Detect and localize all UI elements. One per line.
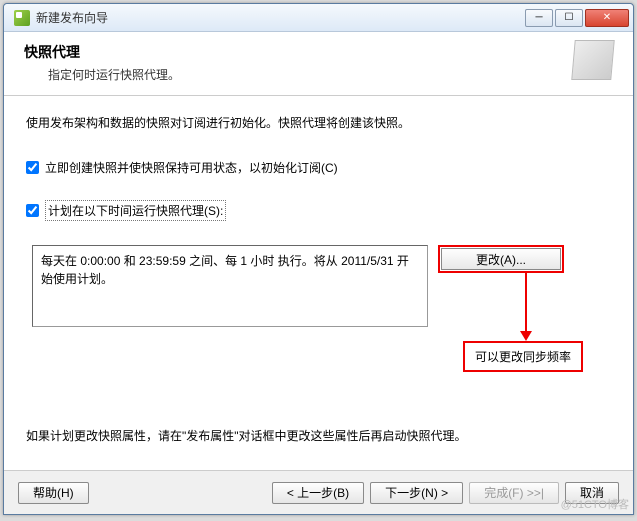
create-snapshot-row: 立即创建快照并使快照保持可用状态，以初始化订阅(C) [26,159,611,176]
schedule-description: 每天在 0:00:00 和 23:59:59 之间、每 1 小时 执行。将从 2… [32,245,428,327]
create-snapshot-checkbox[interactable] [26,161,39,174]
minimize-button[interactable]: ─ [525,9,553,27]
window-title: 新建发布向导 [36,9,525,26]
bottom-text: 如果计划更改快照属性，请在"发布属性"对话框中更改这些属性后再启动快照代理。 [26,427,611,444]
wizard-window: 新建发布向导 ─ ☐ ✕ 快照代理 指定何时运行快照代理。 使用发布架构和数据的… [3,3,634,515]
page-title: 快照代理 [24,42,180,62]
create-snapshot-label: 立即创建快照并使快照保持可用状态，以初始化订阅(C) [45,159,338,176]
finish-button: 完成(F) >>| [469,482,559,504]
app-icon [14,10,30,26]
wizard-content: 使用发布架构和数据的快照对订阅进行初始化。快照代理将创建该快照。 立即创建快照并… [4,96,633,470]
maximize-button[interactable]: ☐ [555,9,583,27]
snapshot-icon [571,40,614,80]
watermark: @51CTO博客 [561,496,629,512]
window-controls: ─ ☐ ✕ [525,9,629,27]
close-button[interactable]: ✕ [585,9,629,27]
annotation-arrow [520,271,532,341]
change-button-highlight: 更改(A)... [438,245,564,273]
titlebar: 新建发布向导 ─ ☐ ✕ [4,4,633,32]
intro-text: 使用发布架构和数据的快照对订阅进行初始化。快照代理将创建该快照。 [26,114,611,131]
wizard-header: 快照代理 指定何时运行快照代理。 [4,32,633,96]
back-button[interactable]: < 上一步(B) [272,482,364,504]
schedule-agent-checkbox[interactable] [26,204,39,217]
page-subtitle: 指定何时运行快照代理。 [48,66,180,83]
schedule-agent-label: 计划在以下时间运行快照代理(S): [45,200,226,221]
wizard-footer: 帮助(H) < 上一步(B) 下一步(N) > 完成(F) >>| 取消 [4,470,633,514]
help-button[interactable]: 帮助(H) [18,482,89,504]
schedule-agent-row: 计划在以下时间运行快照代理(S): [26,200,611,221]
annotation-note: 可以更改同步频率 [463,341,583,372]
next-button[interactable]: 下一步(N) > [370,482,463,504]
change-button[interactable]: 更改(A)... [441,248,561,270]
